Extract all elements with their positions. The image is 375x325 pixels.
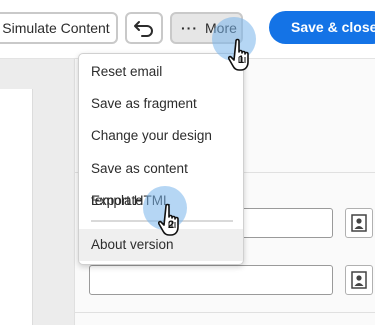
- step-number: 1: [238, 54, 245, 66]
- ellipsis-icon: ···: [181, 20, 198, 36]
- personalization-button[interactable]: [345, 265, 373, 295]
- personalization-icon: [351, 214, 367, 232]
- menu-item-save-as-fragment[interactable]: Save as fragment: [79, 88, 243, 120]
- step-number: 2: [168, 219, 175, 231]
- email-canvas: [0, 89, 33, 325]
- undo-icon: [134, 21, 153, 37]
- personalization-button[interactable]: [345, 208, 373, 238]
- save-and-close-button[interactable]: Save & close: [269, 11, 375, 44]
- menu-item-reset-email[interactable]: Reset email: [79, 56, 243, 88]
- menu-item-change-your-design[interactable]: Change your design: [79, 120, 243, 152]
- editor-toolbar: Simulate Content ··· More Save & close: [0, 0, 375, 59]
- panel-divider: [75, 312, 375, 313]
- undo-button[interactable]: [125, 12, 163, 44]
- property-input[interactable]: [89, 265, 333, 295]
- menu-item-save-as-content-template[interactable]: Save as content template: [79, 153, 243, 208]
- simulate-content-button[interactable]: Simulate Content: [0, 12, 118, 44]
- personalization-icon: [351, 271, 367, 289]
